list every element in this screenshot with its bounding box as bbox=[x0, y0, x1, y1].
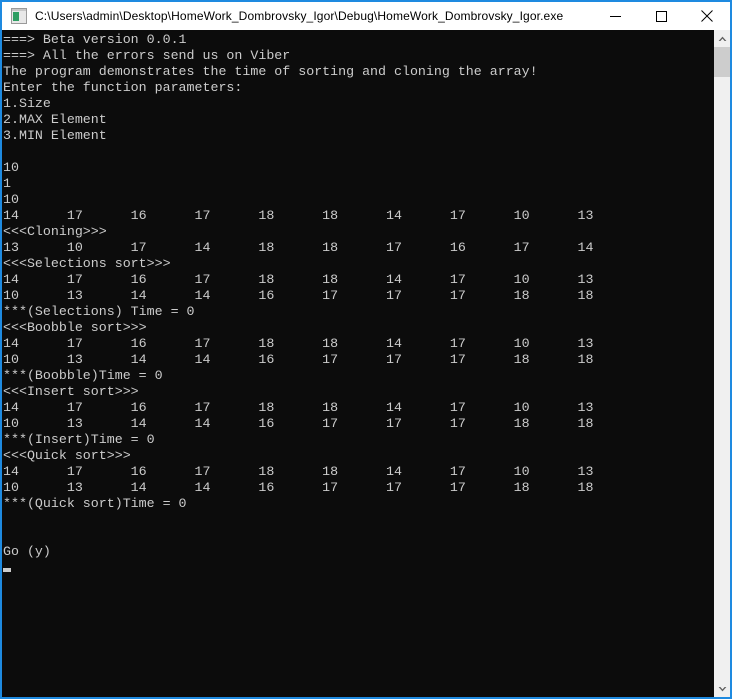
maximize-button[interactable] bbox=[638, 2, 684, 30]
window-title: C:\Users\admin\Desktop\HomeWork_Dombrovs… bbox=[35, 9, 564, 23]
vertical-scrollbar[interactable] bbox=[713, 30, 730, 697]
window-controls bbox=[592, 2, 730, 30]
title-bar[interactable]: C:\Users\admin\Desktop\HomeWork_Dombrovs… bbox=[2, 2, 730, 30]
minimize-button[interactable] bbox=[592, 2, 638, 30]
scrollbar-track[interactable] bbox=[714, 47, 730, 680]
console-app-icon bbox=[11, 8, 27, 24]
text-cursor bbox=[3, 568, 11, 572]
scrollbar-thumb[interactable] bbox=[714, 47, 730, 77]
console-window: C:\Users\admin\Desktop\HomeWork_Dombrovs… bbox=[0, 0, 732, 699]
scroll-down-arrow-icon[interactable] bbox=[714, 680, 730, 697]
console-output[interactable]: ===> Beta version 0.0.1 ===> All the err… bbox=[2, 30, 713, 697]
scroll-up-arrow-icon[interactable] bbox=[714, 30, 730, 47]
console-output-text: ===> Beta version 0.0.1 ===> All the err… bbox=[3, 32, 594, 559]
console-body[interactable]: ===> Beta version 0.0.1 ===> All the err… bbox=[2, 30, 730, 697]
close-button[interactable] bbox=[684, 2, 730, 30]
